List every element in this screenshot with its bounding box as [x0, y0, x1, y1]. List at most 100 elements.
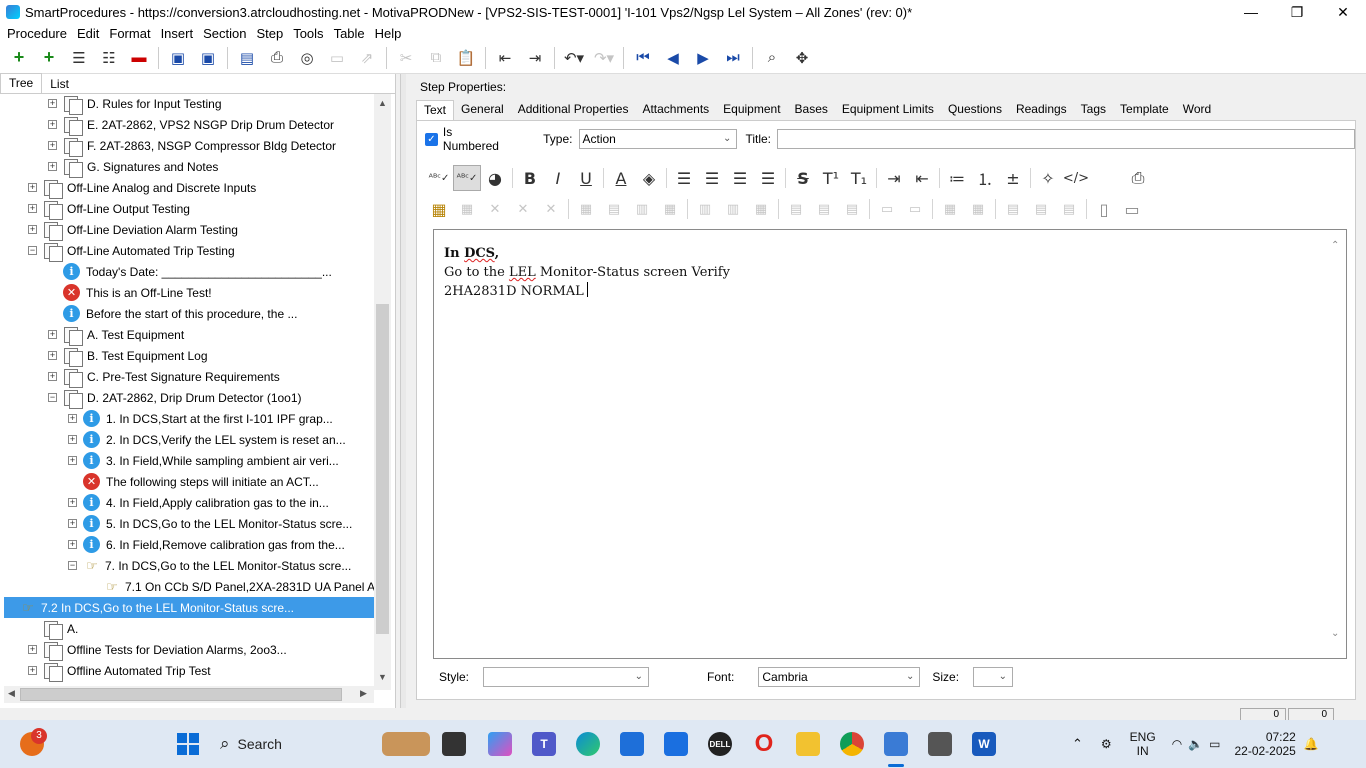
scroll-thumb[interactable] [376, 304, 389, 634]
next-icon[interactable]: ▶ [688, 45, 718, 71]
tab-text[interactable]: Text [416, 100, 455, 120]
tab-general[interactable]: General [454, 100, 511, 120]
tree-node[interactable]: i Before the start of this procedure, the… [48, 303, 297, 324]
insert-line-icon[interactable]: ± [999, 165, 1027, 191]
editor-scrollbar[interactable]: ⌃ ⌄ [1329, 230, 1346, 658]
menu-tools[interactable]: Tools [288, 26, 328, 41]
tab-list[interactable]: List [42, 75, 77, 93]
tree-node[interactable]: + i 2. In DCS,Verify the LEL system is res… [68, 429, 346, 450]
style-select[interactable]: ⌄ [483, 667, 650, 687]
size-select[interactable]: ⌄ [973, 667, 1014, 687]
task-view-icon[interactable] [442, 732, 466, 756]
collapse-icon[interactable]: − [28, 246, 37, 255]
magic-wand-icon[interactable]: ✧ [1034, 165, 1062, 191]
copy-icon[interactable]: ⧉ [421, 45, 451, 71]
volume-icon[interactable]: 🔈 [1188, 737, 1203, 751]
dell-icon[interactable]: DELL [708, 732, 732, 756]
previous-icon[interactable]: ◀ [658, 45, 688, 71]
menu-procedure[interactable]: Procedure [2, 26, 72, 41]
spellcheck-auto-icon[interactable]: ᴬᴮᶜ✓ [453, 165, 481, 191]
menu-format[interactable]: Format [104, 26, 155, 41]
tab-attachments[interactable]: Attachments [635, 100, 716, 120]
search-replace-icon[interactable]: ⌕ [757, 45, 787, 71]
taskbar-search[interactable]: ⌕ Search [214, 730, 376, 758]
expand-icon[interactable]: + [28, 183, 37, 192]
network-settings-icon[interactable]: ⚙ [1101, 737, 1112, 751]
chevron-up-icon[interactable]: ⌃ [1331, 240, 1339, 251]
tab-tags[interactable]: Tags [1074, 100, 1113, 120]
tab-equipment-limits[interactable]: Equipment Limits [835, 100, 941, 120]
printer-icon[interactable]: ⎙ [1124, 165, 1152, 191]
expand-icon[interactable]: + [68, 414, 77, 423]
expand-icon[interactable]: + [28, 666, 37, 675]
scroll-right-icon[interactable]: ▶ [360, 688, 367, 699]
increase-indent-icon[interactable]: ⇥ [880, 165, 908, 191]
bold-icon[interactable]: B [516, 165, 544, 191]
tree-node[interactable]: + i 6. In Field,Remove calibration gas fro… [68, 534, 345, 555]
battery-icon[interactable]: ▭ [1209, 737, 1220, 751]
tab-readings[interactable]: Readings [1009, 100, 1074, 120]
menu-table[interactable]: Table [329, 26, 370, 41]
editor-content[interactable]: In DCS, Go to the LEL Monitor-Status scr… [444, 244, 730, 301]
maximize-button[interactable]: ❐ [1274, 0, 1320, 24]
menu-insert[interactable]: Insert [156, 26, 199, 41]
language-indicator[interactable]: ENG IN [1130, 730, 1156, 758]
tab-template[interactable]: Template [1113, 100, 1176, 120]
chrome-icon[interactable] [840, 732, 864, 756]
tree-node[interactable]: ☞ 7.1 On CCb S/D Panel,2XA-2831D UA Panel… [88, 576, 374, 597]
expand-icon[interactable]: + [48, 330, 57, 339]
outdent-icon[interactable]: ⇤ [490, 45, 520, 71]
tree-node[interactable]: + i 5. In DCS,Go to the LEL Monitor-Status… [68, 513, 352, 534]
hscroll-thumb[interactable] [20, 688, 342, 701]
tab-questions[interactable]: Questions [941, 100, 1009, 120]
italic-icon[interactable]: I [544, 165, 572, 191]
menu-help[interactable]: Help [370, 26, 407, 41]
bullet-list-icon[interactable]: ≔ [943, 165, 971, 191]
tree-node[interactable]: + Off-Line Output Testing [28, 198, 190, 220]
tree-node[interactable]: + Offline Tests for Deviation Alarms, 2oo… [28, 639, 287, 661]
print-icon[interactable]: ⎙ [262, 45, 292, 71]
collapse-icon[interactable]: − [68, 561, 77, 570]
expand-icon[interactable]: + [68, 456, 77, 465]
tree-node[interactable]: + Off-Line Deviation Alarm Testing [28, 219, 238, 241]
underline-icon[interactable]: U [572, 165, 600, 191]
procedure-tree[interactable]: + D. Rules for Input Testing + E. 2AT-2862,… [0, 94, 374, 690]
frame-icon[interactable]: ▭ [322, 45, 352, 71]
scroll-up-icon[interactable]: ▲ [374, 98, 391, 108]
defender-icon[interactable] [664, 732, 688, 756]
step-text-editor[interactable]: In DCS, Go to the LEL Monitor-Status scr… [433, 229, 1347, 659]
indent-icon[interactable]: ⇥ [520, 45, 550, 71]
last-icon[interactable]: ⏭ [718, 45, 748, 71]
tree-node[interactable]: + G. Signatures and Notes [48, 156, 218, 178]
expand-icon[interactable]: + [68, 519, 77, 528]
expand-icon[interactable]: + [28, 225, 37, 234]
search-highlight-icon[interactable] [382, 732, 430, 756]
opera-icon[interactable]: O [752, 730, 776, 757]
tab-tree[interactable]: Tree [0, 73, 43, 93]
expand-icon[interactable]: + [28, 204, 37, 213]
smartprocedures-taskbar-icon[interactable] [884, 732, 908, 756]
close-button[interactable]: ✕ [1320, 0, 1366, 24]
tree-node[interactable]: + i 1. In DCS,Start at the first I-101 IPF… [68, 408, 333, 429]
teams-icon[interactable]: T [532, 732, 556, 756]
tree-node[interactable]: A. [28, 618, 78, 640]
tab-word[interactable]: Word [1176, 100, 1218, 120]
tree-node[interactable]: − D. 2AT-2862, Drip Drum Detector (1oo1) [48, 387, 302, 409]
copilot-icon[interactable] [488, 732, 512, 756]
menu-step[interactable]: Step [251, 26, 288, 41]
store-icon[interactable] [620, 732, 644, 756]
tree-node[interactable]: + Off-Line Analog and Discrete Inputs [28, 177, 256, 199]
fill-color-icon[interactable]: ◈ [635, 165, 663, 191]
align-center-icon[interactable]: ☰ [698, 165, 726, 191]
tree-node[interactable]: + D. Rules for Input Testing [48, 94, 222, 115]
vertical-bar-icon[interactable]: ▯ [1090, 196, 1118, 222]
paste-icon[interactable]: 📋 [451, 45, 481, 71]
tree-node[interactable]: ☞ 7.2 In DCS,Go to the LEL Monitor-Status… [4, 597, 374, 618]
move-icon[interactable]: ✥ [787, 45, 817, 71]
spellcheck-icon[interactable]: ᴬᴮᶜ✓ [425, 165, 453, 191]
file-explorer-icon[interactable] [796, 732, 820, 756]
is-numbered-checkbox[interactable]: ✓ [425, 132, 438, 146]
add-icon[interactable]: + [4, 45, 34, 71]
expand-icon[interactable]: + [68, 540, 77, 549]
strikethrough-icon[interactable]: S [789, 165, 817, 191]
